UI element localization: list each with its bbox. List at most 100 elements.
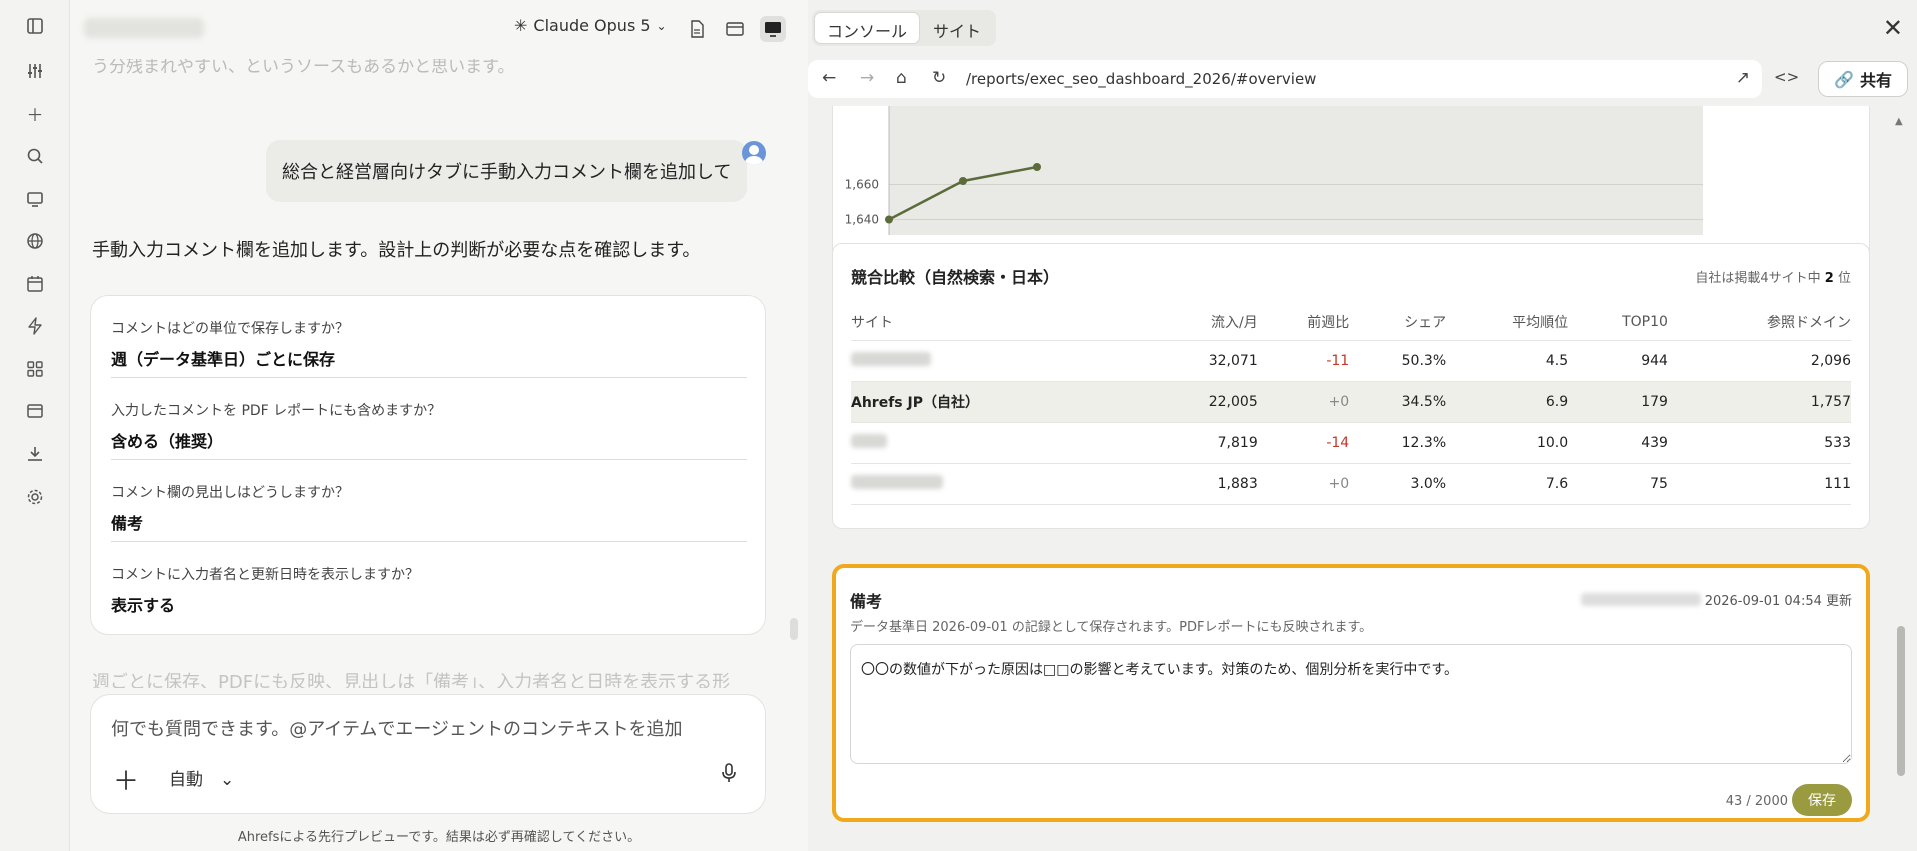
streaming-text-faded: 週ごとに保存、PDFにも反映、見出しは「備考」、入力者名と日時を表示する形で <box>92 672 731 688</box>
tab-console[interactable]: コンソール <box>815 13 920 43</box>
scrollbar-thumb[interactable] <box>1897 626 1905 776</box>
site-name-blurred <box>851 475 943 489</box>
table-row: 1,883 +0 3.0% 7.6 75 111 <box>851 463 1851 505</box>
sliders-icon[interactable] <box>22 58 48 84</box>
answer-text: 含める（推奨） <box>111 432 224 451</box>
table-row: 7,819 -14 12.3% 10.0 439 533 <box>851 422 1851 464</box>
bolt-icon[interactable] <box>22 313 48 339</box>
code-icon[interactable]: <> <box>1774 68 1799 86</box>
competition-card: 競合比較（自然検索・日本） 自社は掲載4サイト中 2 位 サイト 流入/月 前週… <box>832 243 1870 529</box>
conversation-title-blurred <box>84 18 204 38</box>
save-button[interactable]: 保存 <box>1792 784 1852 816</box>
chevron-down-icon: ⌄ <box>656 18 667 33</box>
note-card: 備考 2026-09-01 04:54 更新 データ基準日 2026-09-01… <box>832 564 1870 822</box>
question-text: コメントに入力者名と更新日時を表示しますか？ <box>111 567 419 583</box>
model-selector[interactable]: ✳ Claude Opus 5 ⌄ <box>514 16 667 35</box>
search-icon[interactable] <box>22 143 48 169</box>
desktop-preview-icon[interactable] <box>760 16 786 42</box>
preview-disclaimer: Ahrefsによる先行プレビューです。結果は必ず再確認してください。 <box>237 830 641 845</box>
browser-window-icon[interactable] <box>722 16 748 42</box>
own-rank: 自社は掲載4サイト中 2 位 <box>1695 271 1851 286</box>
y-tick-label: 1,660 <box>845 178 879 192</box>
plus-icon[interactable]: ＋ <box>22 100 48 126</box>
note-title: 備考 <box>850 592 883 611</box>
panel-resize-handle[interactable] <box>790 618 798 640</box>
note-updated: 2026-09-01 04:54 更新 <box>1704 594 1852 609</box>
link-icon: 🔗 <box>1834 69 1854 89</box>
question-text: 入力したコメントを PDF レポートにも含めますか？ <box>111 403 442 419</box>
answer-text: 備考 <box>111 514 144 533</box>
site-name: Ahrefs JP（自社） <box>851 381 1151 423</box>
home-icon[interactable]: ⌂ <box>896 68 907 88</box>
site-name-blurred <box>851 352 931 366</box>
note-subtitle: データ基準日 2026-09-01 の記録として保存されます。PDFレポートにも… <box>850 620 1373 635</box>
assistant-message: 手動入力コメント欄を追加します。設計上の判断が必要な点を確認します。 <box>92 240 701 261</box>
question-item[interactable]: コメント欄の見出しはどうしますか？ 備考 <box>111 482 747 542</box>
preview-panel: コンソール サイト ✕ ← → ⌂ ↻ /reports/exec_seo_da… <box>808 0 1917 851</box>
add-attachment-icon[interactable]: ＋ <box>113 761 139 798</box>
vertical-scrollbar[interactable]: ▲ <box>1894 116 1908 796</box>
col-site: サイト <box>851 304 1151 341</box>
col-ref-domains: 参照ドメイン <box>1667 304 1851 341</box>
char-count: 43 / 2000 <box>1725 794 1788 809</box>
col-avg-rank: 平均順位 <box>1446 304 1569 341</box>
share-label: 共有 <box>1859 71 1892 90</box>
chat-panel: ✳ Claude Opus 5 ⌄ う分残まれやすい、というソースもあるかと思い… <box>70 0 808 851</box>
data-point <box>1033 163 1041 171</box>
dashboard-content: 1,6401,66006-1506-2206-2907-0607-1307-20… <box>808 106 1917 851</box>
answer-text: 表示する <box>111 596 176 615</box>
preview-tabs: コンソール サイト <box>812 10 997 46</box>
calendar-icon[interactable] <box>22 271 48 297</box>
monitor-icon[interactable] <box>22 186 48 212</box>
question-item[interactable]: 入力したコメントを PDF レポートにも含めますか？ 含める（推奨） <box>111 400 747 460</box>
message-composer[interactable]: 何でも質問できます。@アイテムでエージェントのコンテキストを追加 ＋ 自動 ⌄ <box>90 694 766 814</box>
sidebar-toggle-icon[interactable] <box>22 13 48 39</box>
table-row: 32,071 -11 50.3% 4.5 944 2,096 <box>851 340 1851 382</box>
share-button[interactable]: 🔗 共有 <box>1818 61 1908 97</box>
answer-text: 週（データ基準日）ごとに保存 <box>111 350 336 369</box>
left-rail: ＋ <box>0 0 70 851</box>
url-text[interactable]: /reports/exec_seo_dashboard_2026/#overvi… <box>966 70 1316 88</box>
col-top10: TOP10 <box>1568 304 1668 341</box>
col-inflow: 流入/月 <box>1151 304 1258 341</box>
back-icon[interactable]: ← <box>822 68 836 88</box>
document-icon[interactable] <box>684 16 710 42</box>
url-bar: ← → ⌂ ↻ /reports/exec_seo_dashboard_2026… <box>808 60 1762 98</box>
table-row-own-site: Ahrefs JP（自社） 22,005 +0 34.5% 6.9 179 1,… <box>851 381 1851 423</box>
download-icon[interactable] <box>22 441 48 467</box>
data-point <box>885 215 893 224</box>
composer-placeholder[interactable]: 何でも質問できます。@アイテムでエージェントのコンテキストを追加 <box>111 715 683 741</box>
question-text: コメントはどの単位で保存しますか？ <box>111 321 349 337</box>
reload-icon[interactable]: ↻ <box>932 68 946 88</box>
model-label: Claude Opus 5 <box>533 16 651 35</box>
settings-icon[interactable] <box>22 484 48 510</box>
scroll-up-icon[interactable]: ▲ <box>1895 116 1903 127</box>
apps-icon[interactable] <box>22 356 48 382</box>
author-name-blurred <box>1580 593 1701 606</box>
data-point <box>959 177 967 185</box>
plot-area <box>889 106 1703 235</box>
competition-table: サイト 流入/月 前週比 シェア 平均順位 TOP10 参照ドメイン 32,07… <box>851 304 1851 505</box>
question-item[interactable]: コメントに入力者名と更新日時を表示しますか？ 表示する <box>111 564 747 624</box>
question-card: コメントはどの単位で保存しますか？ 週（データ基準日）ごとに保存 入力したコメン… <box>90 295 766 635</box>
forward-icon[interactable]: → <box>860 68 874 88</box>
user-message: 総合と経営層向けタブに手動入力コメント欄を追加して <box>266 140 748 202</box>
microphone-icon[interactable] <box>721 763 737 788</box>
question-item[interactable]: コメントはどの単位で保存しますか？ 週（データ基準日）ごとに保存 <box>111 318 747 378</box>
col-share: シェア <box>1349 304 1447 341</box>
window-icon[interactable] <box>22 398 48 424</box>
open-external-icon[interactable]: ↗ <box>1736 68 1750 88</box>
close-icon[interactable]: ✕ <box>1883 14 1903 42</box>
question-text: コメント欄の見出しはどうしますか？ <box>111 485 349 501</box>
chat-topbar: ✳ Claude Opus 5 ⌄ <box>70 0 808 56</box>
user-avatar <box>742 141 766 165</box>
y-tick-label: 1,640 <box>845 213 879 227</box>
note-meta: 2026-09-01 04:54 更新 <box>1580 590 1852 609</box>
tab-site[interactable]: サイト <box>921 13 993 43</box>
competition-title: 競合比較（自然検索・日本） <box>851 268 1060 287</box>
mode-selector[interactable]: 自動 ⌄ <box>169 765 234 790</box>
sparkle-icon: ✳ <box>514 16 528 35</box>
note-textarea[interactable]: 〇〇の数値が下がった原因は□□の影響と考えています。対策のため、個別分析を実行中… <box>850 644 1852 764</box>
col-wow: 前週比 <box>1257 304 1350 341</box>
globe-icon[interactable] <box>22 228 48 254</box>
